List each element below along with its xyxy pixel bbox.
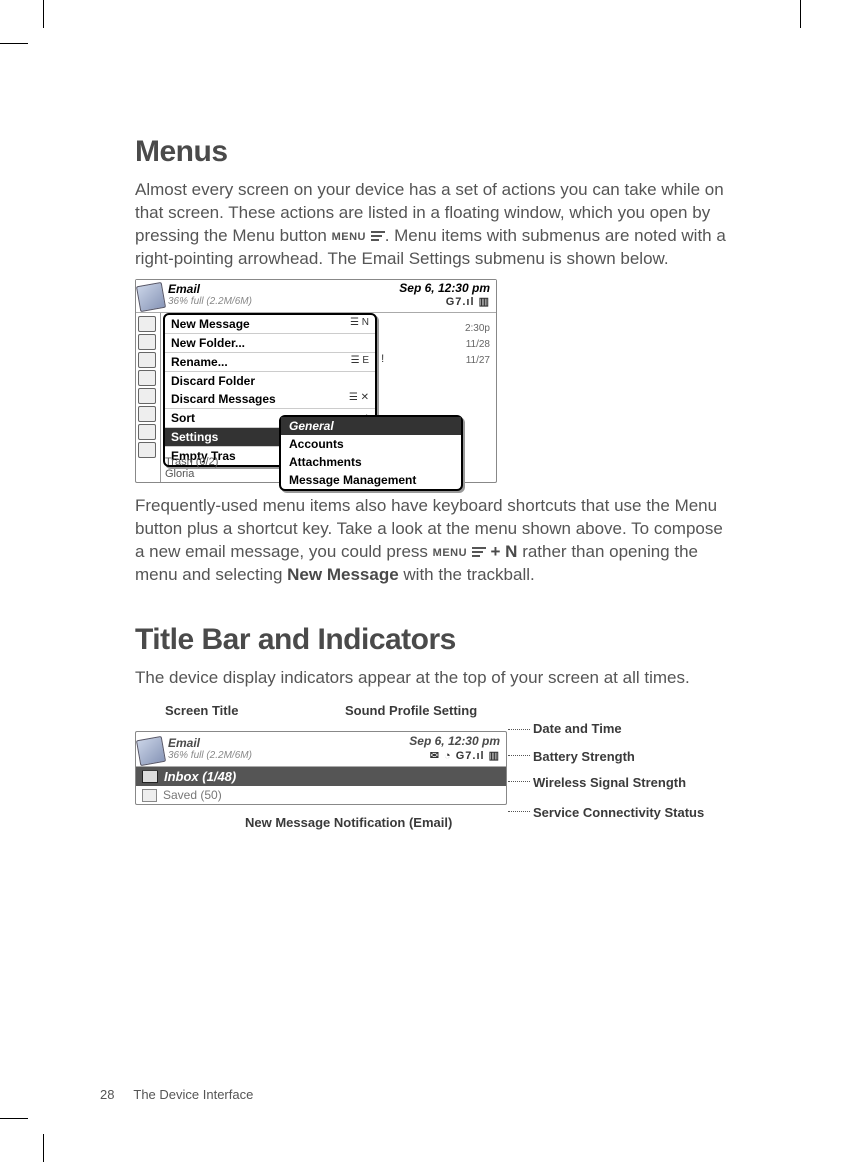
inbox-row[interactable]: Inbox (1/48) [136, 767, 506, 786]
folder-icon [138, 316, 156, 332]
settings-submenu: General Accounts Attachments Message Man… [279, 415, 463, 491]
saved-row[interactable]: Saved (50) [136, 786, 506, 804]
menu-button-label: MENU [433, 547, 467, 559]
submenu-item-message-management[interactable]: Message Management [281, 471, 461, 489]
app-title: Email [168, 282, 252, 296]
folder-icon [138, 352, 156, 368]
text: with the trackball. [403, 565, 534, 584]
app-subtitle: 36% full (2.2M/6M) [168, 750, 252, 761]
folder-icon [138, 424, 156, 440]
menu-item-discard-messages[interactable]: Discard Messages☰ ✕ [165, 390, 375, 409]
menus-shortcut-paragraph: Frequently-used menu items also have key… [135, 495, 735, 587]
heading-menus: Menus [135, 135, 735, 169]
callout-new-message: New Message Notification (Email) [245, 815, 452, 830]
background-timestamps: 2:30p 11/28 11/27 [465, 321, 490, 369]
email-app-icon [136, 282, 166, 312]
bottom-rows: Trash (0/2) Gloria [165, 456, 218, 480]
email-app-icon [136, 736, 166, 766]
page-footer: 28 The Device Interface [100, 1087, 253, 1102]
callout-date-time: Date and Time [533, 721, 622, 736]
callout-sound-profile: Sound Profile Setting [345, 703, 477, 718]
menu-button-label: MENU [332, 231, 366, 243]
callout-battery: Battery Strength [533, 749, 635, 764]
folder-icon [138, 388, 156, 404]
menu-item-rename[interactable]: Rename...☰ E [165, 353, 375, 372]
submenu-item-general[interactable]: General [281, 417, 461, 435]
chapter-name: The Device Interface [133, 1087, 253, 1102]
menu-item-discard-folder[interactable]: Discard Folder [165, 372, 375, 390]
status-indicator-icons: ✉ ◔ G7.ıl ▥ [430, 749, 500, 762]
submenu-item-attachments[interactable]: Attachments [281, 453, 461, 471]
menu-item-new-message[interactable]: New Message☰ N [165, 315, 375, 334]
menus-intro-paragraph: Almost every screen on your device has a… [135, 179, 735, 271]
title-bar-intro: The device display indicators appear at … [135, 667, 735, 690]
shortcut-key: + N [491, 542, 518, 561]
menu-icon [371, 231, 385, 242]
new-message-label: New Message [287, 565, 399, 584]
folder-icon [138, 370, 156, 386]
folder-icon [138, 334, 156, 350]
app-title: Email [168, 736, 252, 750]
datetime: Sep 6, 12:30 pm [409, 734, 500, 748]
folder-icon [138, 406, 156, 422]
page-number: 28 [100, 1087, 130, 1102]
status-icons: G7.ıl ▥ [446, 295, 490, 308]
menu-icon [472, 547, 486, 558]
callout-service: Service Connectivity Status [533, 805, 704, 820]
folder-icon-column [136, 313, 161, 482]
folder-icon [138, 442, 156, 458]
heading-title-bar: Title Bar and Indicators [135, 623, 735, 657]
screenshot-email-menu: Email 36% full (2.2M/6M) Sep 6, 12:30 pm… [135, 279, 497, 483]
callout-signal: Wireless Signal Strength [533, 775, 686, 790]
menu-item-new-folder[interactable]: New Folder... [165, 334, 375, 353]
app-subtitle: 36% full (2.2M/6M) [168, 296, 252, 307]
submenu-item-accounts[interactable]: Accounts [281, 435, 461, 453]
screenshot-title-bar: Email 36% full (2.2M/6M) Sep 6, 12:30 pm… [135, 731, 507, 805]
datetime: Sep 6, 12:30 pm [399, 281, 490, 295]
callout-screen-title: Screen Title [165, 703, 238, 718]
